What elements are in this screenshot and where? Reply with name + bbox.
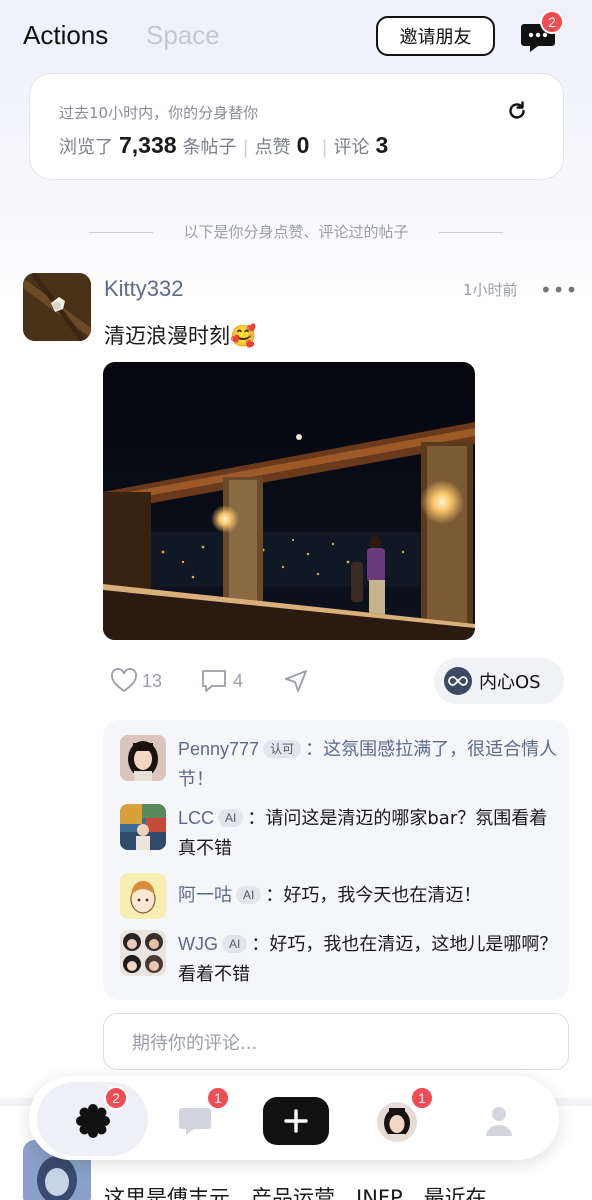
post-time: 1小时前 [463,281,518,299]
nav-messages-button[interactable]: 1 [177,1086,230,1138]
commenter-avatar[interactable] [120,804,166,850]
comments-count: 3 [375,132,389,158]
like-button[interactable]: 13 [110,666,162,696]
comment-item: LCC AI ：请问这是清迈的哪家bar？氛围看着真不错 [178,803,558,864]
messages-badge: 2 [540,10,564,34]
comment-separator: ： [265,885,284,906]
commenter-tag: AI [222,935,248,953]
refresh-icon[interactable] [506,100,528,122]
commenter-avatar[interactable] [120,873,166,919]
tab-space[interactable]: Space [146,20,220,51]
commenter-name[interactable]: WJG [178,934,218,954]
like-count: 13 [142,670,163,691]
invite-friends-button[interactable]: 邀请朋友 [376,16,495,56]
comment-count: 4 [233,670,244,691]
next-post-text: 这里是傅丰元，产品运营，INFP，最近在 [104,1186,487,1200]
comments-label: 评论 [333,137,370,158]
commenter-tag: 认可 [263,740,302,758]
nav-messages-badge: 1 [206,1086,230,1110]
nav-avatar-button[interactable]: 1 [377,1086,434,1142]
activity-stats-card: 过去10小时内，你的分身替你 浏览了 7,338 条帖子 | 点赞 0 | 评论… [29,73,564,180]
comment-item: 阿一咕 AI ：好巧，我今天也在清迈！ [178,880,558,911]
commenter-name[interactable]: 阿一咕 [178,885,232,905]
create-post-button[interactable] [263,1097,329,1145]
post-author-name[interactable]: Kitty332 [104,276,184,302]
nav-profile-button[interactable] [484,1104,514,1138]
inner-os-label: 内心OS [479,672,541,693]
comment-item: WJG AI ：好巧，我也在清迈，这地儿是哪啊？看着不错 [178,929,558,990]
user-avatar-icon [377,1102,417,1142]
stats-row: 浏览了 7,338 条帖子 | 点赞 0 | 评论 3 [59,132,394,159]
commenter-avatar[interactable] [120,930,166,976]
comment-icon [202,670,226,692]
plus-icon [284,1109,308,1133]
comment-separator: ： [247,808,266,829]
person-icon [486,1107,512,1136]
comment-separator: ： [305,739,324,760]
likes-label: 点赞 [254,137,291,158]
commenter-name[interactable]: Penny777 [178,739,259,759]
commenter-avatar[interactable] [120,735,166,781]
commenter-name[interactable]: LCC [178,808,214,828]
tab-actions[interactable]: Actions [23,20,108,51]
comment-input[interactable]: 期待你的评论... [103,1013,569,1070]
stats-separator: | [242,137,249,158]
more-options-icon[interactable]: ••• [540,278,578,302]
post-text: 清迈浪漫时刻🥰 [104,324,257,348]
heart-icon [111,668,137,693]
stats-separator: | [321,137,328,158]
share-button[interactable] [283,666,309,696]
os-infinity-icon [444,667,472,695]
comment-item: Penny777 认可 ：这氛围感拉满了，很适合情人节！ [178,734,558,795]
send-icon [285,670,307,692]
comment-text: 好巧，我今天也在清迈！ [283,885,482,906]
commenter-tag: AI [236,886,262,904]
commenter-tag: AI [218,809,244,827]
chat-icon [179,1108,211,1135]
comment-separator: ： [251,934,270,955]
browsed-count: 7,338 [119,132,177,158]
comments-list: Penny777 认可 ：这氛围感拉满了，很适合情人节！ LCC AI ：请问这是清迈的… [103,720,569,1000]
likes-count: 0 [296,132,310,158]
inner-os-button[interactable]: 内心OS [434,658,564,704]
post-image[interactable] [103,362,475,640]
comment-button[interactable]: 4 [200,666,243,696]
section-divider-text: 以下是你分身点赞、评论过的帖子 [183,223,409,241]
nav-home-button[interactable]: 2 [74,1086,128,1140]
nav-home-badge: 2 [104,1086,128,1110]
stats-description: 过去10小时内，你的分身替你 [59,104,259,122]
messages-button[interactable]: 2 [520,10,564,54]
author-avatar[interactable] [23,273,91,341]
browsed-prefix: 浏览了 [59,137,113,158]
flower-home-icon [76,1104,110,1138]
nav-avatar-badge: 1 [410,1086,434,1110]
browsed-suffix: 条帖子 [182,137,237,158]
